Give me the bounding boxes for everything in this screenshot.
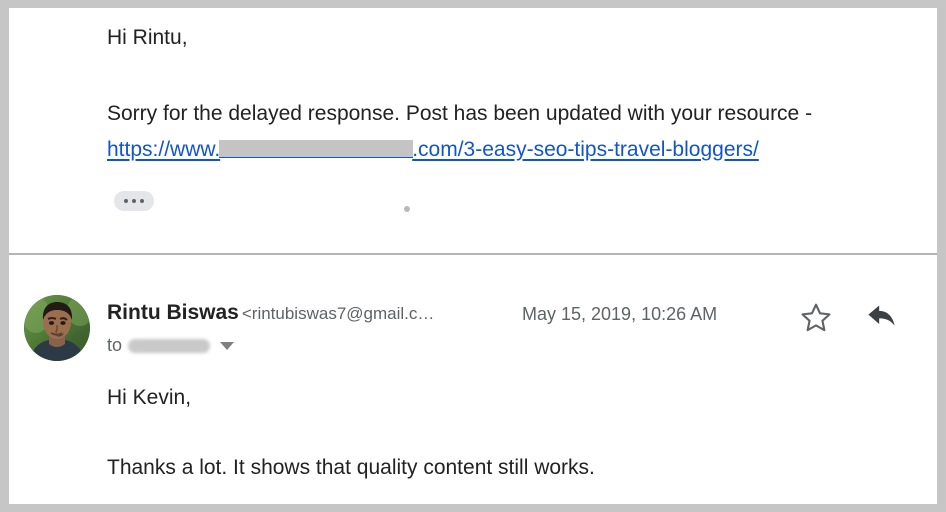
chevron-down-icon[interactable] [220,341,235,350]
sender-email: <rintubiswas7@gmail.c… [241,304,435,323]
to-label: to [107,335,123,355]
window-frame: Hi Rintu, Sorry for the delayed response… [0,0,946,512]
show-trimmed-content-button[interactable] [114,191,154,211]
message-two-greeting: Hi Kevin, [107,386,192,409]
message-divider [9,253,937,255]
message-one-link-line: https://www. .com/3-easy-seo-tips-travel-… [107,137,759,163]
email-thread-page: Hi Rintu, Sorry for the delayed response… [9,8,937,504]
recipient-row[interactable]: to [107,335,235,356]
message-two-paragraph: Thanks a lot. It shows that quality cont… [107,456,595,479]
link-prefix: https://www. [107,138,221,161]
redaction-block-recipient [128,338,211,353]
avatar[interactable] [24,295,90,361]
artifact-dot [404,206,410,212]
sender-name[interactable]: Rintu Biswas [107,301,239,324]
star-icon[interactable] [799,301,833,335]
message-one: Hi Rintu, Sorry for the delayed response… [9,8,937,253]
message-one-greeting: Hi Rintu, [107,26,188,49]
link-suffix: .com/3-easy-seo-tips-travel-bloggers/ [412,138,759,161]
message-two-header: Rintu Biswas <rintubiswas7@gmail.c… [107,301,434,325]
ellipsis-icon [124,199,128,203]
avatar-photo [24,295,90,361]
ellipsis-icon [132,199,136,203]
redaction-block-domain [219,140,414,158]
message-one-paragraph: Sorry for the delayed response. Post has… [107,102,813,125]
resource-link[interactable]: https://www. .com/3-easy-seo-tips-travel-… [107,138,759,161]
reply-icon[interactable] [864,301,900,335]
ellipsis-icon [140,199,144,203]
message-timestamp: May 15, 2019, 10:26 AM [522,304,718,324]
